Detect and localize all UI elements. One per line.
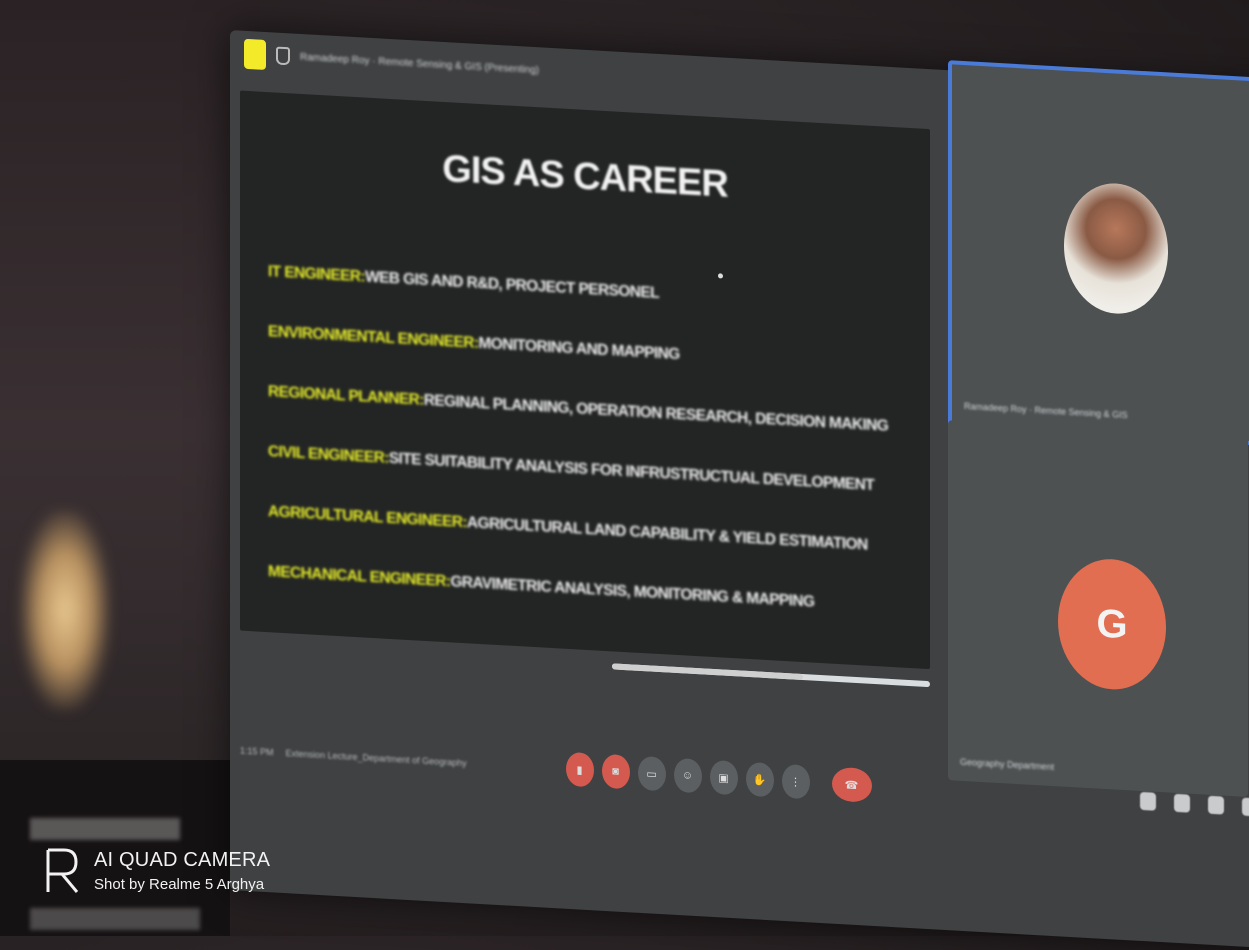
meeting-topbar: Ramadeep Roy · Remote Sensing & GIS (Pre… xyxy=(244,38,724,94)
chat-icon[interactable] xyxy=(1207,795,1224,815)
watermark-line2: Shot by Realme 5 Arghya xyxy=(94,876,265,893)
people-icon[interactable] xyxy=(1173,793,1190,813)
slide-bullets: IT ENGINEER: WEB GIS AND R&D, PROJECT PE… xyxy=(268,242,918,638)
meeting-screen: Ramadeep Roy · Remote Sensing & GIS (Pre… xyxy=(230,30,1249,950)
meeting-name: Extension Lecture_Department of Geograph… xyxy=(285,748,467,769)
watermark-line1: AI QUAD CAMERA xyxy=(94,849,271,871)
meeting-clock: 1:15 PM xyxy=(240,745,274,758)
participant-tile-geography[interactable]: G Geography Department xyxy=(948,420,1248,797)
slide-title: GIS AS CAREER xyxy=(442,147,728,206)
scrollbar-thumb[interactable] xyxy=(612,663,803,681)
desk-edge xyxy=(30,818,180,840)
bullet-role: REGIONAL PLANNER: xyxy=(268,383,424,409)
raise-hand-icon[interactable]: ✋ xyxy=(745,761,774,798)
realme-logo-icon xyxy=(44,848,80,894)
bullet-desc: WEB GIS AND R&D, PROJECT PERSONEL xyxy=(365,268,659,302)
shield-icon xyxy=(276,46,290,66)
lamp-glow xyxy=(20,510,110,710)
bullet-desc: REGINAL PLANNING, OPERATION RESEARCH, DE… xyxy=(423,391,889,435)
bullet-desc: SITE SUITABILITY ANALYSIS FOR INFRUSTRUC… xyxy=(388,449,875,495)
bullet-role: AGRICULTURAL ENGINEER: xyxy=(268,503,467,532)
bullet-desc: AGRICULTURAL LAND CAPABILITY & YIELD EST… xyxy=(466,514,868,554)
end-call-icon[interactable]: ☎ xyxy=(831,766,872,803)
captions-icon[interactable]: ▭ xyxy=(637,755,666,792)
bullet-desc: MONITORING AND MAPPING xyxy=(478,334,680,364)
app-icon[interactable] xyxy=(244,38,266,71)
participant-name: Ramadeep Roy · Remote Sensing & GIS xyxy=(964,401,1128,421)
camera-watermark: AI QUAD CAMERA Shot by Realme 5 Arghya xyxy=(44,848,270,894)
emoji-icon[interactable]: ☺ xyxy=(673,757,702,794)
bullet-role: MECHANICAL ENGINEER: xyxy=(268,563,451,591)
camera-off-icon[interactable]: ◙ xyxy=(601,753,630,790)
meeting-title: Ramadeep Roy · Remote Sensing & GIS (Pre… xyxy=(300,51,539,76)
presentation-slide: GIS AS CAREER IT ENGINEER: WEB GIS AND R… xyxy=(240,90,930,688)
bullet-role: ENVIRONMENTAL ENGINEER: xyxy=(268,323,479,352)
watermark-text: AI QUAD CAMERA Shot by Realme 5 Arghya xyxy=(94,849,270,893)
side-panel-icons xyxy=(1139,791,1249,817)
more-icon[interactable]: ⋮ xyxy=(781,763,810,800)
bullet-role: IT ENGINEER: xyxy=(268,263,366,286)
bullet-role: CIVIL ENGINEER: xyxy=(268,443,389,467)
avatar: G xyxy=(1058,556,1166,693)
mic-off-icon[interactable]: ▮ xyxy=(565,751,594,788)
participant-tile-presenter[interactable]: Ramadeep Roy · Remote Sensing & GIS xyxy=(948,60,1249,446)
info-icon[interactable] xyxy=(1139,791,1156,811)
activities-icon[interactable] xyxy=(1241,797,1249,817)
present-icon[interactable]: ▣ xyxy=(709,759,738,796)
bullet-desc: GRAVIMETRIC ANALYSIS, MONITORING & MAPPI… xyxy=(450,573,815,611)
slide-scrollbar[interactable] xyxy=(612,663,930,688)
desk-edge xyxy=(30,908,200,930)
avatar xyxy=(1064,180,1168,317)
